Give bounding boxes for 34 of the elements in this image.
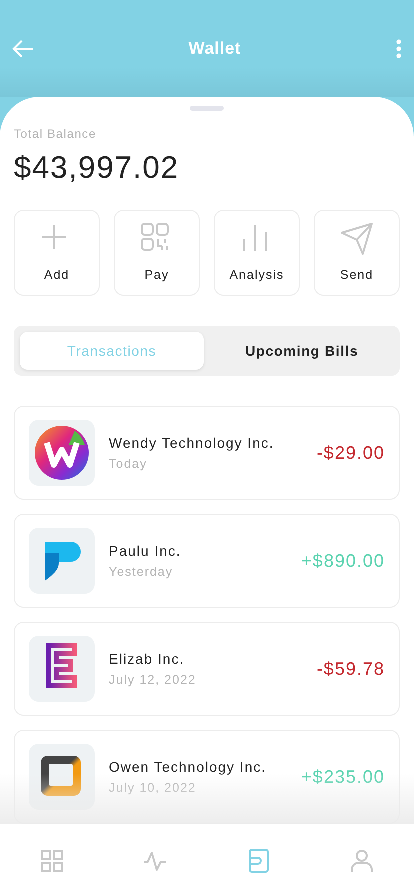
balance-amount: $43,997.02 — [14, 150, 180, 186]
wallet-icon — [246, 849, 271, 873]
back-arrow-icon[interactable] — [12, 40, 34, 58]
screen-title: Wallet — [188, 38, 242, 58]
merchant-name: Owen Technology Inc. — [109, 759, 266, 775]
transaction-card[interactable]: Wendy Technology Inc. Today -$29.00 — [14, 406, 400, 500]
grid-icon — [40, 849, 64, 873]
merchant-name: Paulu Inc. — [109, 543, 182, 559]
transaction-amount: -$29.00 — [316, 442, 385, 464]
transaction-card[interactable]: Elizab Inc. July 12, 2022 -$59.78 — [14, 622, 400, 716]
balance-label: Total Balance — [14, 127, 96, 141]
globe-logo-icon — [35, 426, 89, 480]
tab[interactable]: Upcoming Bills — [210, 332, 394, 370]
nav-tab[interactable] — [38, 848, 65, 874]
transaction-amount: -$59.78 — [316, 658, 385, 680]
merchant-name: Elizab Inc. — [109, 651, 185, 667]
action-button[interactable]: Send — [314, 210, 400, 296]
pulse-icon — [143, 849, 168, 873]
action-button[interactable]: Pay — [114, 210, 200, 296]
action-button[interactable]: Add — [14, 210, 100, 296]
drag-handle[interactable] — [190, 106, 224, 111]
transaction-card[interactable]: Paulu Inc. Yesterday +$890.00 — [14, 514, 400, 608]
nav-tab[interactable] — [349, 848, 376, 874]
action-button[interactable]: Analysis — [214, 210, 300, 296]
more-options-icon[interactable] — [396, 38, 402, 58]
transaction-date: July 10, 2022 — [109, 781, 196, 795]
person-icon — [350, 849, 374, 873]
transaction-date: Today — [109, 457, 148, 471]
transaction-amount: +$890.00 — [301, 550, 385, 572]
merchant-name: Wendy Technology Inc. — [109, 435, 274, 451]
paper-plane-icon — [341, 223, 373, 255]
transaction-date: Yesterday — [109, 565, 174, 579]
transaction-date: July 12, 2022 — [109, 673, 196, 687]
transaction-amount: +$235.00 — [301, 766, 385, 788]
